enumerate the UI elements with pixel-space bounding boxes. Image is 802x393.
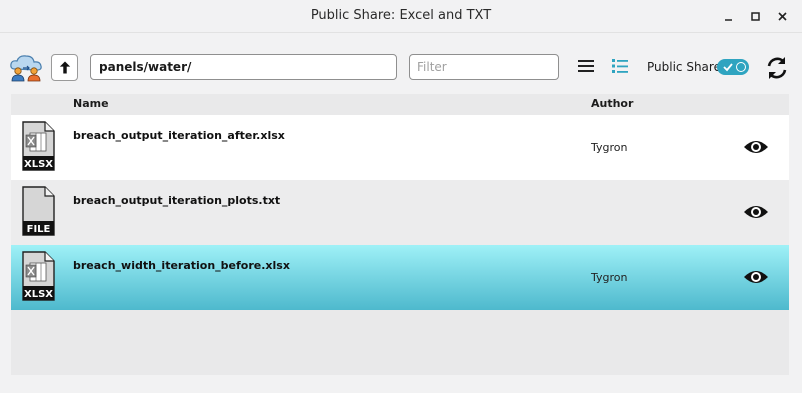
toggle-knob: [736, 62, 746, 72]
parent-folder-button[interactable]: [51, 54, 78, 81]
xlsx-file-icon: XLSX: [22, 121, 55, 171]
path-input[interactable]: [90, 54, 397, 80]
close-icon: [777, 11, 787, 21]
file-name: breach_output_iteration_plots.txt: [73, 194, 281, 207]
eye-icon[interactable]: [743, 138, 769, 156]
minimize-icon: [724, 18, 732, 21]
file-name: breach_width_iteration_before.xlsx: [73, 259, 290, 272]
generic-file-icon: FILE: [22, 186, 55, 236]
arrow-up-icon: [59, 61, 70, 74]
column-header-author[interactable]: Author: [591, 97, 633, 110]
table-header: Name Author: [11, 94, 789, 114]
eye-icon[interactable]: [743, 268, 769, 286]
public-share-toggle[interactable]: [717, 59, 749, 75]
svg-text:XLSX: XLSX: [24, 289, 53, 300]
refresh-icon: [767, 57, 787, 79]
svg-text:FILE: FILE: [27, 224, 51, 235]
file-author: Tygron: [591, 141, 628, 154]
file-name: breach_output_iteration_after.xlsx: [73, 129, 285, 142]
close-button[interactable]: [773, 7, 791, 25]
detail-view-button[interactable]: [611, 57, 629, 75]
toolbar: Public Share: [0, 34, 802, 94]
list-view-button[interactable]: [577, 57, 595, 75]
share-cloud-button[interactable]: [9, 54, 43, 82]
column-header-name[interactable]: Name: [73, 97, 109, 110]
filter-input[interactable]: [409, 54, 559, 80]
refresh-button[interactable]: [764, 55, 790, 81]
window-title: Public Share: Excel and TXT: [310, 8, 492, 23]
public-share-label: Public Share: [647, 60, 721, 74]
table-row-selected[interactable]: XLSX breach_width_iteration_before.xlsx …: [11, 245, 789, 310]
window-titlebar: Public Share: Excel and TXT: [0, 0, 802, 33]
maximize-button[interactable]: [746, 7, 764, 25]
check-icon: [723, 63, 733, 72]
file-author: Tygron: [591, 271, 628, 284]
detail-list-icon: [612, 59, 628, 73]
svg-text:XLSX: XLSX: [24, 159, 53, 170]
cloud-users-icon: [10, 55, 42, 82]
file-table: Name Author XLSX breach_output_iteration…: [11, 94, 789, 375]
table-row[interactable]: FILE breach_output_iteration_plots.txt: [11, 180, 789, 245]
table-row[interactable]: XLSX breach_output_iteration_after.xlsx …: [11, 115, 789, 180]
minimize-button[interactable]: [719, 7, 737, 25]
maximize-icon: [750, 11, 760, 21]
xlsx-file-icon: XLSX: [22, 251, 55, 301]
list-icon: [578, 60, 594, 72]
eye-icon[interactable]: [743, 203, 769, 221]
